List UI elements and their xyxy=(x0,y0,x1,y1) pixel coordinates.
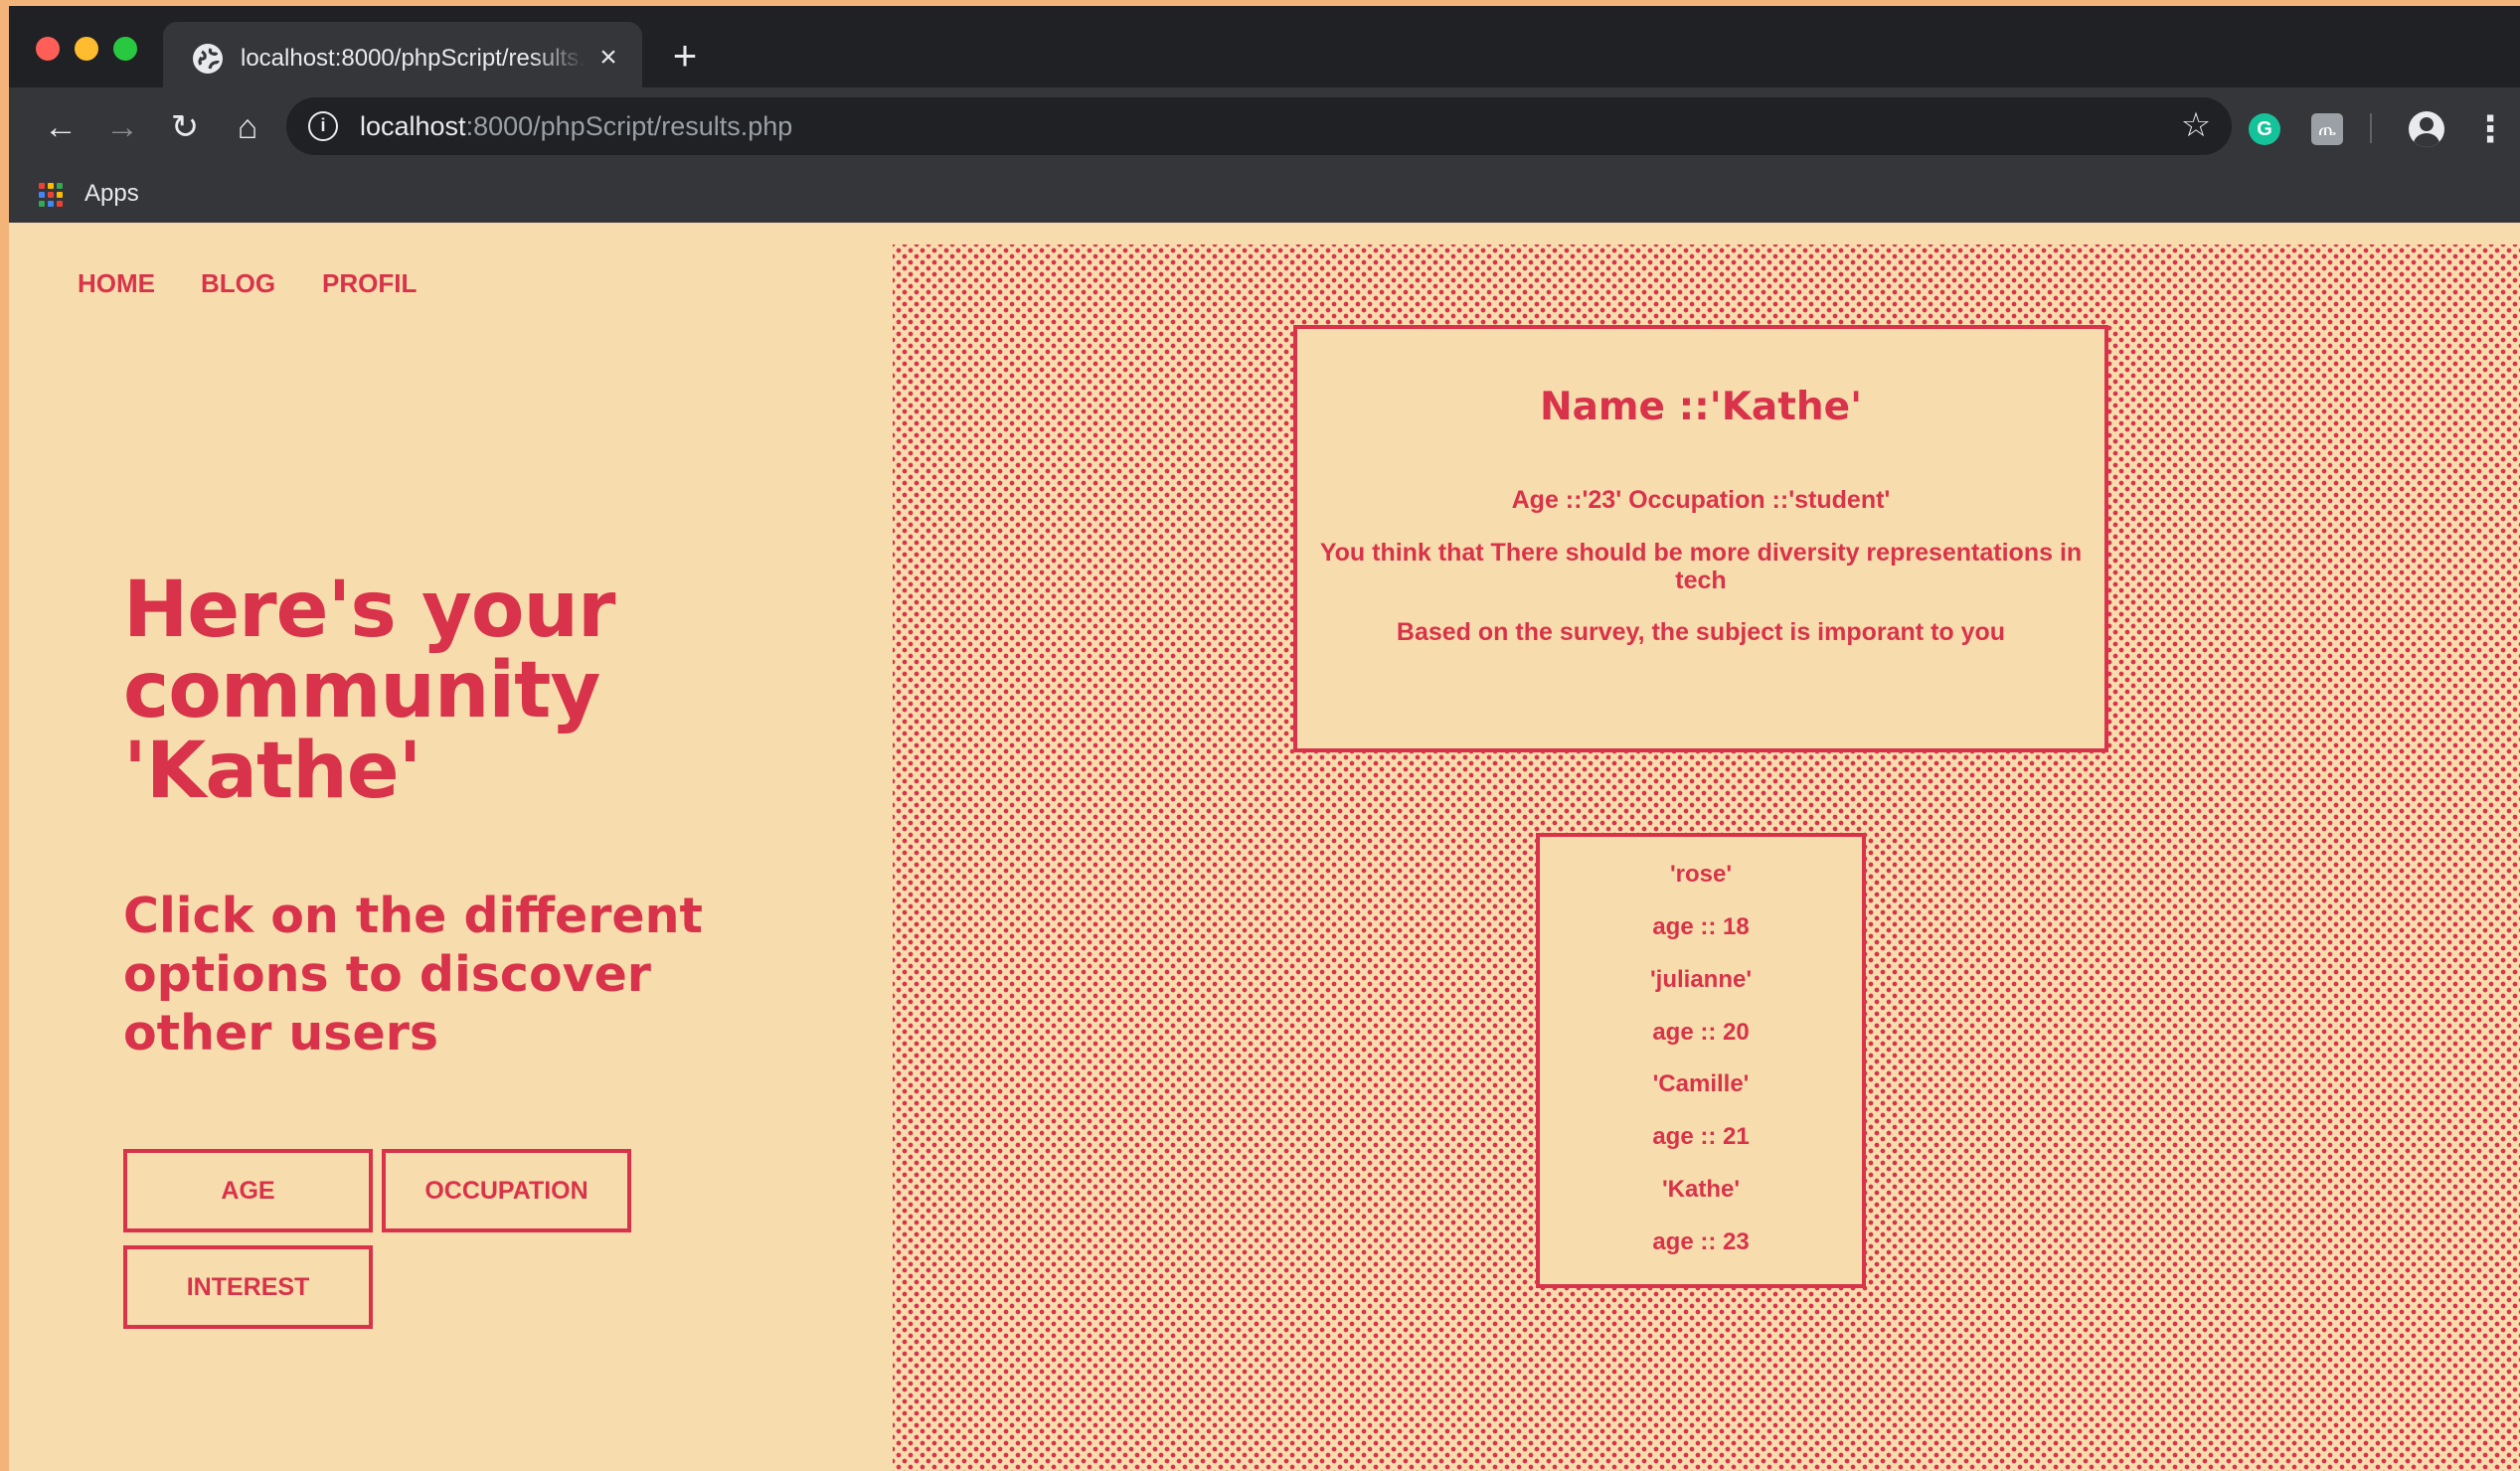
subheadline-line: Click on the different xyxy=(123,888,703,944)
forward-arrow-icon[interactable]: → xyxy=(98,103,146,151)
close-tab-icon[interactable]: × xyxy=(592,42,624,74)
headline-line: community xyxy=(123,646,600,736)
profile-opinion: You think that There should be more dive… xyxy=(1307,539,2095,594)
back-arrow-icon[interactable]: ← xyxy=(37,103,84,151)
home-icon[interactable]: ⌂ xyxy=(224,103,271,151)
toolbar-separator xyxy=(2370,113,2372,143)
browser-toolbar: ← → ↻ ⌂ i localhost:8000/phpScript/resul… xyxy=(9,87,2520,167)
occupation-option-button[interactable]: OCCUPATION xyxy=(382,1149,631,1232)
profile-name: Name ::'Kathe' xyxy=(1539,385,1863,429)
url-path: :8000/phpScript/results.php xyxy=(465,111,793,141)
user-name: 'rose' xyxy=(1669,861,1733,888)
minimize-window-button[interactable] xyxy=(75,37,98,61)
user-name: 'julianne' xyxy=(1649,966,1753,993)
nav-blog-link[interactable]: BLOG xyxy=(201,268,275,298)
user-age: age :: 21 xyxy=(1652,1123,1750,1150)
user-name: 'Kathe' xyxy=(1661,1176,1741,1203)
user-age: age :: 23 xyxy=(1652,1228,1750,1255)
age-option-button[interactable]: AGE xyxy=(123,1149,373,1232)
profile-result-card: Name ::'Kathe' Age ::'23' Occupation ::'… xyxy=(1293,325,2108,752)
subheadline-line: options to discover xyxy=(123,946,651,1003)
page-headline: Here's your community 'Kathe' xyxy=(123,571,740,812)
extension-icon[interactable]: ጤ xyxy=(2311,113,2343,145)
bookmark-star-icon[interactable]: ☆ xyxy=(2178,107,2214,143)
grammarly-extension-icon[interactable]: G xyxy=(2249,113,2280,145)
browser-window: localhost:8000/phpScript/results.php × +… xyxy=(9,6,2520,1471)
address-bar[interactable]: i localhost:8000/phpScript/results.php ☆ xyxy=(286,97,2232,155)
headline-line: Here's your xyxy=(123,566,615,655)
address-url[interactable]: localhost:8000/phpScript/results.php xyxy=(360,109,792,143)
tab-strip: localhost:8000/phpScript/results.php × + xyxy=(9,6,2520,87)
apps-grid-icon[interactable] xyxy=(39,183,63,207)
tab-title-fade xyxy=(531,40,586,78)
page-viewport: HOME BLOG PROFIL Here's your community '… xyxy=(9,223,2520,1471)
apps-bookmark[interactable]: Apps xyxy=(84,177,139,211)
subheadline-line: other users xyxy=(123,1005,439,1062)
close-window-button[interactable] xyxy=(36,37,60,61)
bookmarks-bar: Apps xyxy=(9,167,2520,223)
profile-opinion-line: You think that There should be more dive… xyxy=(1319,539,2083,567)
globe-icon xyxy=(193,44,223,74)
user-name: 'Camille' xyxy=(1652,1070,1750,1097)
profile-opinion-line: tech xyxy=(1675,567,1727,594)
browser-tab[interactable]: localhost:8000/phpScript/results.php × xyxy=(163,22,642,87)
user-age: age :: 18 xyxy=(1652,913,1750,940)
interest-option-button[interactable]: INTEREST xyxy=(123,1245,373,1329)
new-tab-icon[interactable]: + xyxy=(665,35,705,77)
reload-icon[interactable]: ↻ xyxy=(161,103,209,151)
more-menu-icon[interactable]: ⋮ xyxy=(2472,109,2508,149)
nav-home-link[interactable]: HOME xyxy=(78,268,155,298)
community-users-list: 'rose' age :: 18 'julianne' age :: 20 'C… xyxy=(1536,833,1866,1288)
headline-line: 'Kathe' xyxy=(123,727,422,816)
profile-avatar-icon[interactable] xyxy=(2409,111,2444,147)
url-host: localhost xyxy=(360,111,466,141)
maximize-window-button[interactable] xyxy=(113,37,137,61)
page-subheadline: Click on the different options to discov… xyxy=(123,887,759,1062)
user-age: age :: 20 xyxy=(1652,1019,1750,1046)
profile-age-occupation: Age ::'23' Occupation ::'student' xyxy=(1511,486,1891,514)
profile-survey-result: Based on the survey, the subject is impo… xyxy=(1396,618,2006,646)
nav-profil-link[interactable]: PROFIL xyxy=(322,268,417,298)
info-icon[interactable]: i xyxy=(308,111,338,141)
